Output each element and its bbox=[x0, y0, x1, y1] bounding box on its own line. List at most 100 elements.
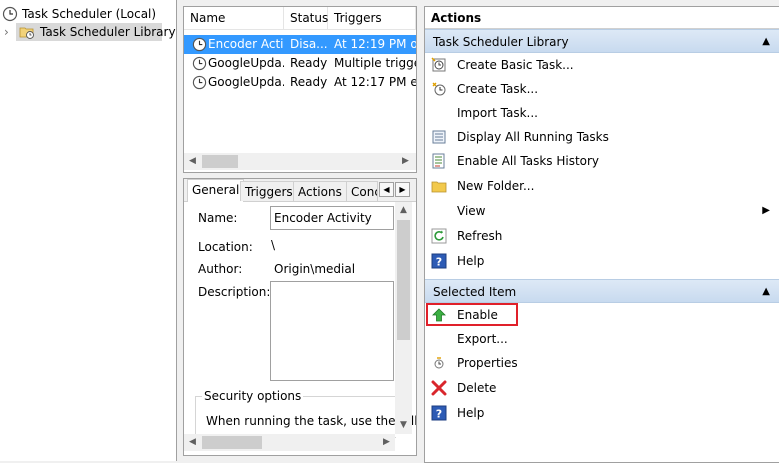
action-label: Create Basic Task... bbox=[457, 58, 574, 72]
collapse-icon[interactable]: ▲ bbox=[762, 30, 770, 54]
cell-triggers: At 12:17 PM ev bbox=[334, 75, 416, 89]
tree-item-task-scheduler-local[interactable]: Task Scheduler (Local) bbox=[2, 5, 174, 23]
location-label: Location: bbox=[198, 240, 253, 254]
location-value: \ bbox=[271, 238, 276, 252]
task-clock-icon bbox=[192, 75, 207, 90]
action-help-selected[interactable]: ? Help bbox=[425, 401, 779, 425]
action-display-all-running-tasks[interactable]: Display All Running Tasks bbox=[425, 125, 779, 149]
column-header-triggers[interactable]: Triggers bbox=[328, 7, 416, 29]
tree-item-task-scheduler-library[interactable]: › Task Scheduler Library bbox=[2, 23, 176, 41]
security-options-text: When running the task, use the follo bbox=[206, 414, 417, 428]
tasks-history-icon bbox=[432, 153, 445, 169]
collapse-icon[interactable]: ▲ bbox=[762, 280, 770, 304]
task-clock-icon bbox=[192, 37, 207, 52]
help-icon: ? bbox=[431, 253, 447, 269]
tab-general[interactable]: General bbox=[187, 179, 245, 202]
svg-text:?: ? bbox=[436, 256, 442, 269]
cell-status: Ready bbox=[290, 56, 328, 70]
clock-icon bbox=[2, 6, 18, 22]
help-icon: ? bbox=[431, 405, 447, 421]
cell-name: GoogleUpda... bbox=[208, 75, 284, 89]
cell-name: Encoder Acti... bbox=[208, 37, 284, 51]
action-enable-all-tasks-history[interactable]: Enable All Tasks History bbox=[425, 149, 779, 173]
action-label: Properties bbox=[457, 356, 518, 370]
details-vertical-scrollbar[interactable]: ▲ ▼ bbox=[395, 202, 412, 434]
cell-name: GoogleUpda... bbox=[208, 56, 284, 70]
author-label: Author: bbox=[198, 262, 243, 276]
table-row[interactable]: GoogleUpda... Ready Multiple trigge bbox=[184, 54, 416, 73]
create-basic-task-icon bbox=[431, 57, 446, 72]
actions-title: Actions bbox=[425, 7, 779, 29]
scroll-left-icon[interactable]: ◀ bbox=[184, 153, 201, 170]
scroll-right-icon[interactable]: ▶ bbox=[397, 153, 414, 170]
scrollbar-thumb[interactable] bbox=[397, 220, 410, 340]
action-properties[interactable]: Properties bbox=[425, 351, 779, 375]
tab-scroll-left-icon[interactable]: ◀ bbox=[379, 182, 394, 197]
name-field[interactable]: Encoder Activity bbox=[270, 206, 394, 230]
tab-actions[interactable]: Actions bbox=[293, 181, 347, 201]
description-label: Description: bbox=[198, 285, 271, 299]
cell-triggers: Multiple trigge bbox=[334, 56, 416, 70]
column-header-name[interactable]: Name bbox=[184, 7, 284, 29]
cell-status: Disa... bbox=[290, 37, 328, 51]
action-label: Export... bbox=[457, 332, 508, 346]
cell-triggers: At 12:19 PM on bbox=[334, 37, 416, 51]
scroll-up-icon[interactable]: ▲ bbox=[395, 202, 412, 219]
details-horizontal-scrollbar[interactable]: ◀ ▶ bbox=[184, 434, 395, 451]
refresh-icon bbox=[431, 228, 447, 244]
name-label: Name: bbox=[198, 211, 238, 225]
tree-expander-icon[interactable]: › bbox=[4, 23, 9, 41]
section-selected-item[interactable]: Selected Item ▲ bbox=[425, 279, 779, 303]
action-label: Import Task... bbox=[457, 106, 538, 120]
action-label: Help bbox=[457, 254, 485, 268]
task-details-pane: General Triggers Actions Conc ◀ ▶ Name: … bbox=[183, 178, 417, 456]
action-view[interactable]: View ▶ bbox=[425, 199, 779, 223]
action-label: Create Task... bbox=[457, 82, 539, 96]
column-header-status[interactable]: Status bbox=[284, 7, 328, 29]
submenu-arrow-icon: ▶ bbox=[762, 205, 770, 216]
scrollbar-thumb[interactable] bbox=[202, 155, 238, 168]
security-options-label: Security options bbox=[202, 389, 304, 403]
svg-text:?: ? bbox=[436, 408, 442, 421]
action-label: Enable All Tasks History bbox=[457, 154, 600, 168]
action-label: Delete bbox=[457, 381, 497, 395]
tree-item-label: Task Scheduler Library bbox=[40, 25, 176, 39]
action-label: View bbox=[457, 204, 486, 218]
description-field[interactable] bbox=[270, 281, 394, 381]
running-tasks-icon bbox=[432, 130, 446, 144]
action-refresh[interactable]: Refresh bbox=[425, 224, 779, 248]
action-label: Help bbox=[457, 406, 485, 420]
action-help[interactable]: ? Help bbox=[425, 249, 779, 273]
task-list-horizontal-scrollbar[interactable]: ◀ ▶ bbox=[184, 153, 416, 170]
author-value: Origin\medial bbox=[274, 262, 356, 276]
action-label: Refresh bbox=[457, 229, 503, 243]
enable-highlight-box bbox=[426, 303, 518, 326]
actions-pane: Actions Task Scheduler Library ▲ Create … bbox=[424, 6, 779, 463]
action-export[interactable]: Export... bbox=[425, 327, 779, 351]
action-label: New Folder... bbox=[457, 179, 535, 193]
action-create-basic-task[interactable]: Create Basic Task... bbox=[425, 53, 779, 77]
scroll-right-icon[interactable]: ▶ bbox=[378, 434, 395, 451]
folder-icon bbox=[431, 181, 447, 193]
folder-clock-icon bbox=[19, 27, 34, 39]
tab-triggers[interactable]: Triggers bbox=[240, 181, 298, 201]
table-row[interactable]: Encoder Acti... Disa... At 12:19 PM on bbox=[184, 35, 416, 54]
header-divider bbox=[184, 29, 416, 30]
section-task-scheduler-library[interactable]: Task Scheduler Library ▲ bbox=[425, 29, 779, 53]
scroll-down-icon[interactable]: ▼ bbox=[395, 417, 412, 434]
scroll-left-icon[interactable]: ◀ bbox=[184, 434, 201, 451]
action-label: Display All Running Tasks bbox=[457, 130, 609, 144]
action-new-folder[interactable]: New Folder... bbox=[425, 174, 779, 198]
action-create-task[interactable]: Create Task... bbox=[425, 77, 779, 101]
delete-icon bbox=[431, 380, 447, 396]
action-delete[interactable]: Delete bbox=[425, 376, 779, 400]
section-label: Selected Item bbox=[433, 285, 517, 299]
table-row[interactable]: GoogleUpda... Ready At 12:17 PM ev bbox=[184, 73, 416, 92]
scrollbar-thumb[interactable] bbox=[202, 436, 262, 449]
action-import-task[interactable]: Import Task... bbox=[425, 101, 779, 125]
tree-item-label: Task Scheduler (Local) bbox=[22, 7, 157, 21]
tab-scroll-right-icon[interactable]: ▶ bbox=[395, 182, 410, 197]
properties-icon bbox=[434, 357, 444, 369]
tab-conditions[interactable]: Conc bbox=[346, 181, 378, 201]
create-task-icon bbox=[432, 82, 446, 96]
